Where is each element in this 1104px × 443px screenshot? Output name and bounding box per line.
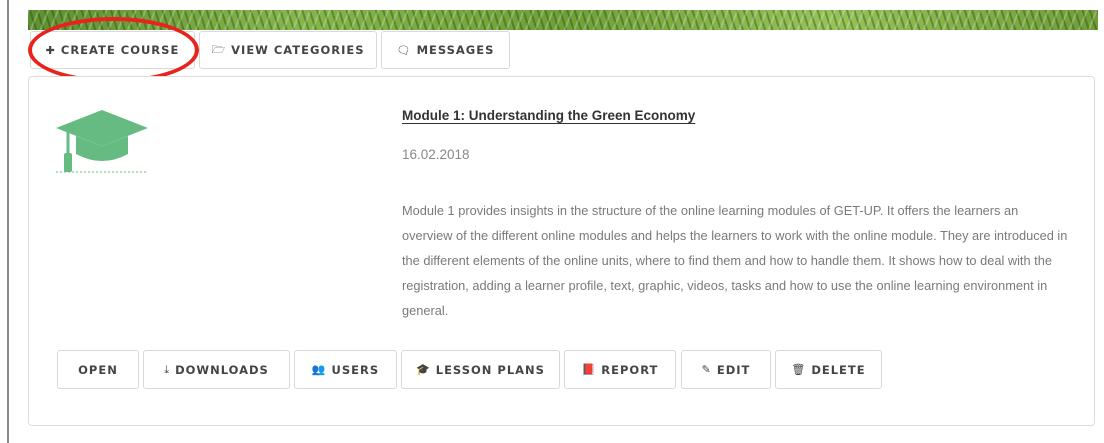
graduation-cap-small-icon: 🎓 [416,363,430,376]
delete-button[interactable]: 🗑 DELETE [775,350,882,389]
messages-label: MESSAGES [416,43,495,57]
users-label: USERS [331,362,380,377]
plus-icon: ✚ [45,43,55,57]
downloads-label: DOWNLOADS [175,362,269,377]
create-course-button[interactable]: ✚ CREATE COURSE [30,31,195,69]
edit-label: EDIT [716,362,751,377]
comments-icon: 🗨 [396,43,411,57]
open-label: OPEN [78,362,118,377]
delete-label: DELETE [811,362,866,377]
folder-open-icon: 🗁 [211,42,226,56]
lesson-plans-button[interactable]: 🎓 LESSON PLANS [401,350,560,389]
page-left-border [7,0,9,443]
pencil-icon: ✎ [701,363,711,376]
messages-button[interactable]: 🗨 MESSAGES [381,31,510,69]
course-date: 16.02.2018 [402,147,470,162]
book-icon: 📕 [581,363,596,376]
download-icon: ⤓ [164,362,170,376]
graduation-cap-icon [56,110,148,173]
users-icon: 👥 [311,363,326,376]
course-description: Module 1 provides insights in the struct… [402,203,1068,318]
lesson-plans-label: LESSON PLANS [435,362,545,377]
report-label: REPORT [601,362,659,377]
report-button[interactable]: 📕 REPORT [564,350,676,389]
edit-button[interactable]: ✎ EDIT [681,350,771,389]
create-course-label: CREATE COURSE [60,43,180,57]
downloads-button[interactable]: ⤓ DOWNLOADS [143,350,290,389]
trash-icon: 🗑 [791,363,806,376]
open-button[interactable]: OPEN [57,350,139,389]
view-categories-button[interactable]: 🗁 VIEW CATEGORIES [199,31,377,69]
header-banner-grass [28,10,1098,30]
users-button[interactable]: 👥 USERS [294,350,397,389]
course-title-link[interactable]: Module 1: Understanding the Green Econom… [402,108,695,123]
view-categories-label: VIEW CATEGORIES [231,43,365,57]
